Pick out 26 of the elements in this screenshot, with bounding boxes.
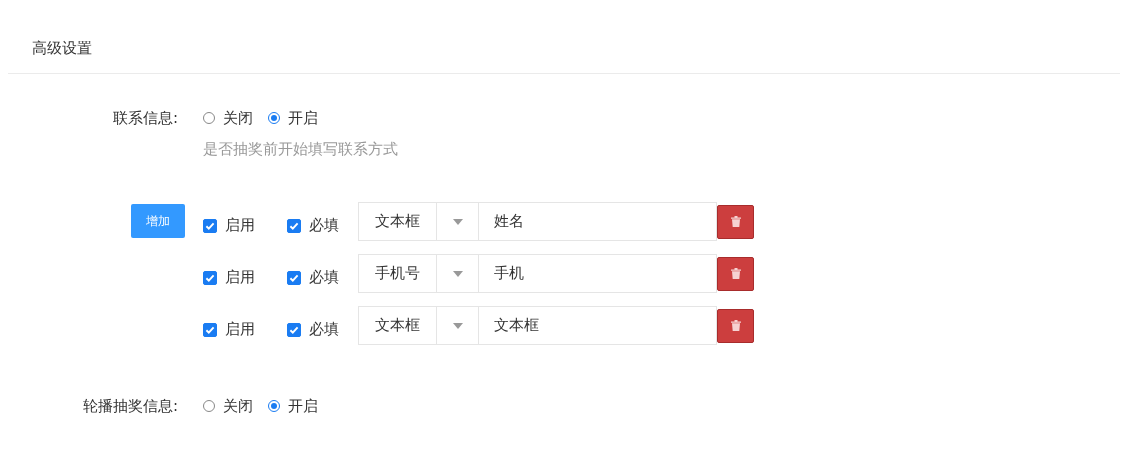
input-field[interactable]: 手机: [479, 254, 717, 293]
trash-icon: [730, 216, 741, 227]
radio-option[interactable]: 关闭: [203, 395, 253, 417]
caret-icon: [452, 322, 463, 329]
checkbox-option[interactable]: 启用: [203, 208, 287, 235]
trash-icon: [730, 268, 741, 279]
section-title: 高级设置: [32, 39, 92, 57]
hint-text: 是否抽奖前开始填写联系方式: [203, 140, 398, 158]
radio-option[interactable]: 开启: [268, 107, 318, 129]
type-select[interactable]: 手机号: [358, 254, 479, 293]
delete-button[interactable]: [717, 308, 754, 343]
field-label: 联系信息:: [112, 109, 178, 127]
radio-option[interactable]: 关闭: [203, 107, 253, 129]
field-label: 轮播抽奖信息:: [82, 397, 178, 415]
delete-button[interactable]: [717, 204, 754, 239]
input-field[interactable]: 姓名: [479, 202, 717, 241]
delete-button[interactable]: [717, 256, 754, 291]
checkbox-option[interactable]: 启用: [203, 312, 287, 339]
radio-option[interactable]: 开启: [268, 395, 318, 417]
caret-icon: [452, 218, 463, 225]
caret-icon: [452, 270, 463, 277]
trash-icon: [730, 320, 741, 331]
type-select[interactable]: 文本框: [358, 306, 479, 345]
checkbox-option[interactable]: 启用: [203, 260, 287, 287]
input-field[interactable]: 文本框: [479, 306, 717, 345]
type-select[interactable]: 文本框: [358, 202, 479, 241]
